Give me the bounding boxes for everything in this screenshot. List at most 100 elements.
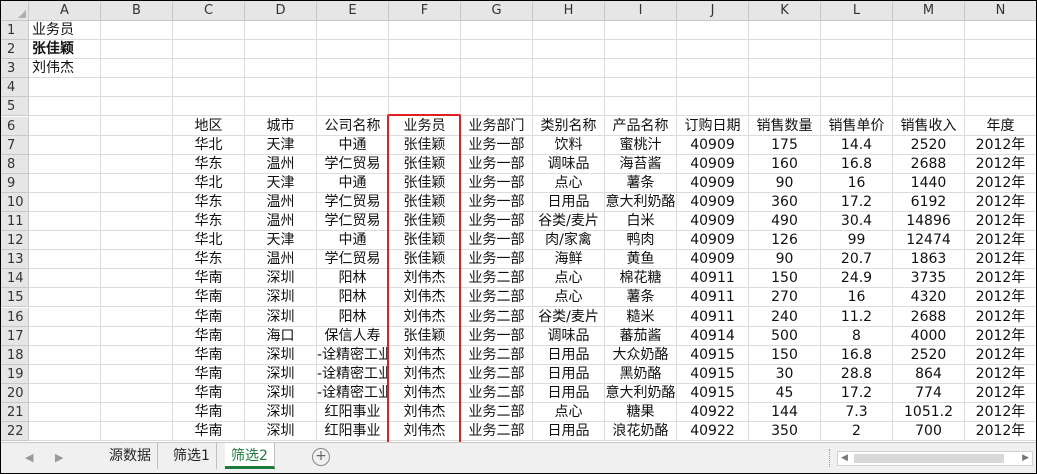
cell-l11[interactable]: 30.4 — [821, 212, 893, 232]
cell-j1[interactable] — [677, 21, 749, 41]
column-header-n[interactable]: N — [965, 1, 1036, 21]
cell-j7[interactable]: 40909 — [677, 135, 749, 155]
cell-e1[interactable] — [317, 21, 389, 41]
cell-b22[interactable] — [101, 422, 173, 442]
cell-n7[interactable]: 2012年 — [965, 136, 1036, 155]
cell-b9[interactable] — [101, 173, 173, 193]
cell-f14[interactable]: 刘伟杰 — [389, 269, 461, 289]
cell-f9[interactable]: 张佳颖 — [389, 173, 461, 193]
row-header-20[interactable]: 20 — [1, 383, 29, 403]
cell-d18[interactable]: 深圳 — [245, 345, 317, 365]
cell-k19[interactable]: 30 — [749, 364, 821, 384]
cell-a3[interactable]: 刘伟杰 — [29, 59, 101, 79]
cell-j13[interactable]: 40909 — [677, 250, 749, 270]
cell-j5[interactable] — [677, 97, 749, 117]
column-header-b[interactable]: B — [101, 1, 173, 21]
cell-n15[interactable]: 2012年 — [965, 288, 1036, 308]
cell-b5[interactable] — [101, 97, 173, 117]
cell-n22[interactable]: 2012年 — [965, 422, 1036, 442]
cell-e17[interactable]: 保信人寿 — [317, 326, 389, 346]
cell-i8[interactable]: 海苔酱 — [605, 154, 677, 174]
cell-d12[interactable]: 天津 — [245, 231, 317, 251]
column-header-k[interactable]: K — [749, 1, 821, 21]
cell-j11[interactable]: 40909 — [677, 212, 749, 232]
cell-f13[interactable]: 张佳颖 — [389, 250, 461, 270]
cell-n3[interactable] — [965, 59, 1036, 79]
cell-b15[interactable] — [101, 288, 173, 308]
cell-k6[interactable]: 销售数量 — [749, 116, 821, 136]
cell-m7[interactable]: 2520 — [893, 135, 965, 155]
cell-m14[interactable]: 3735 — [893, 269, 965, 289]
cell-b3[interactable] — [101, 59, 173, 79]
cell-m13[interactable]: 1863 — [893, 250, 965, 270]
cell-c7[interactable]: 华北 — [173, 135, 245, 155]
cell-m12[interactable]: 12474 — [893, 231, 965, 251]
column-header-c[interactable]: C — [173, 1, 245, 21]
cell-a2[interactable]: 张佳颖 — [29, 40, 101, 60]
cell-b13[interactable] — [101, 250, 173, 270]
cell-c6[interactable]: 地区 — [173, 116, 245, 136]
cell-c19[interactable]: 华南 — [173, 364, 245, 384]
cell-a19[interactable] — [29, 364, 101, 384]
cell-b7[interactable] — [101, 135, 173, 155]
cell-d14[interactable]: 深圳 — [245, 269, 317, 289]
cell-d21[interactable]: 深圳 — [245, 403, 317, 423]
cell-k9[interactable]: 90 — [749, 173, 821, 193]
cell-i14[interactable]: 棉花糖 — [605, 269, 677, 289]
cell-i11[interactable]: 白米 — [605, 212, 677, 232]
cell-b20[interactable] — [101, 383, 173, 403]
cell-a6[interactable] — [29, 116, 101, 136]
cell-g9[interactable]: 业务一部 — [461, 173, 533, 193]
cell-i10[interactable]: 意大利奶酪 — [605, 192, 677, 212]
cell-b19[interactable] — [101, 364, 173, 384]
cell-e8[interactable]: 学仁贸易 — [317, 154, 389, 174]
cell-a16[interactable] — [29, 307, 101, 327]
cell-e16[interactable]: 阳林 — [317, 307, 389, 327]
column-header-g[interactable]: G — [461, 1, 533, 21]
cell-b8[interactable] — [101, 154, 173, 174]
cell-e10[interactable]: 学仁贸易 — [317, 192, 389, 212]
cell-l2[interactable] — [821, 40, 893, 60]
cell-e22[interactable]: 红阳事业 — [317, 422, 389, 442]
cell-g14[interactable]: 业务二部 — [461, 269, 533, 289]
cell-l16[interactable]: 11.2 — [821, 307, 893, 327]
cell-n10[interactable]: 2012年 — [965, 193, 1036, 212]
column-header-h[interactable]: H — [533, 1, 605, 21]
cell-a5[interactable] — [29, 97, 101, 117]
row-header-15[interactable]: 15 — [1, 288, 29, 308]
cell-b18[interactable] — [101, 345, 173, 365]
cell-d11[interactable]: 温州 — [245, 212, 317, 232]
cell-l18[interactable]: 16.8 — [821, 345, 893, 365]
cell-c11[interactable]: 华东 — [173, 212, 245, 232]
cell-a7[interactable] — [29, 135, 101, 155]
cell-j8[interactable]: 40909 — [677, 154, 749, 174]
cell-m21[interactable]: 1051.2 — [893, 403, 965, 423]
cell-l4[interactable] — [821, 78, 893, 98]
cell-g16[interactable]: 业务二部 — [461, 307, 533, 327]
cell-g10[interactable]: 业务一部 — [461, 192, 533, 212]
cell-g15[interactable]: 业务二部 — [461, 288, 533, 308]
cell-d10[interactable]: 温州 — [245, 192, 317, 212]
cell-c14[interactable]: 华南 — [173, 269, 245, 289]
cell-m22[interactable]: 700 — [893, 422, 965, 442]
cell-i16[interactable]: 糙米 — [605, 307, 677, 327]
cell-c10[interactable]: 华东 — [173, 192, 245, 212]
cell-h4[interactable] — [533, 78, 605, 98]
horizontal-scrollbar[interactable]: ◀ ▶ — [837, 451, 1033, 466]
sheet-tab-filter2[interactable]: 筛选2 — [225, 443, 275, 469]
cell-e14[interactable]: 阳林 — [317, 269, 389, 289]
cell-k2[interactable] — [749, 40, 821, 60]
cell-h8[interactable]: 调味品 — [533, 154, 605, 174]
cell-h11[interactable]: 谷类/麦片 — [533, 212, 605, 232]
cell-f6[interactable]: 业务员 — [389, 116, 461, 136]
cell-c15[interactable]: 华南 — [173, 288, 245, 308]
cell-m1[interactable] — [893, 21, 965, 41]
cell-g8[interactable]: 业务一部 — [461, 154, 533, 174]
cell-c9[interactable]: 华北 — [173, 173, 245, 193]
cell-j16[interactable]: 40911 — [677, 307, 749, 327]
cell-e19[interactable]: -诠精密工业 — [317, 364, 389, 384]
cell-f20[interactable]: 刘伟杰 — [389, 383, 461, 403]
cell-g2[interactable] — [461, 40, 533, 60]
cell-b17[interactable] — [101, 326, 173, 346]
cell-c18[interactable]: 华南 — [173, 345, 245, 365]
